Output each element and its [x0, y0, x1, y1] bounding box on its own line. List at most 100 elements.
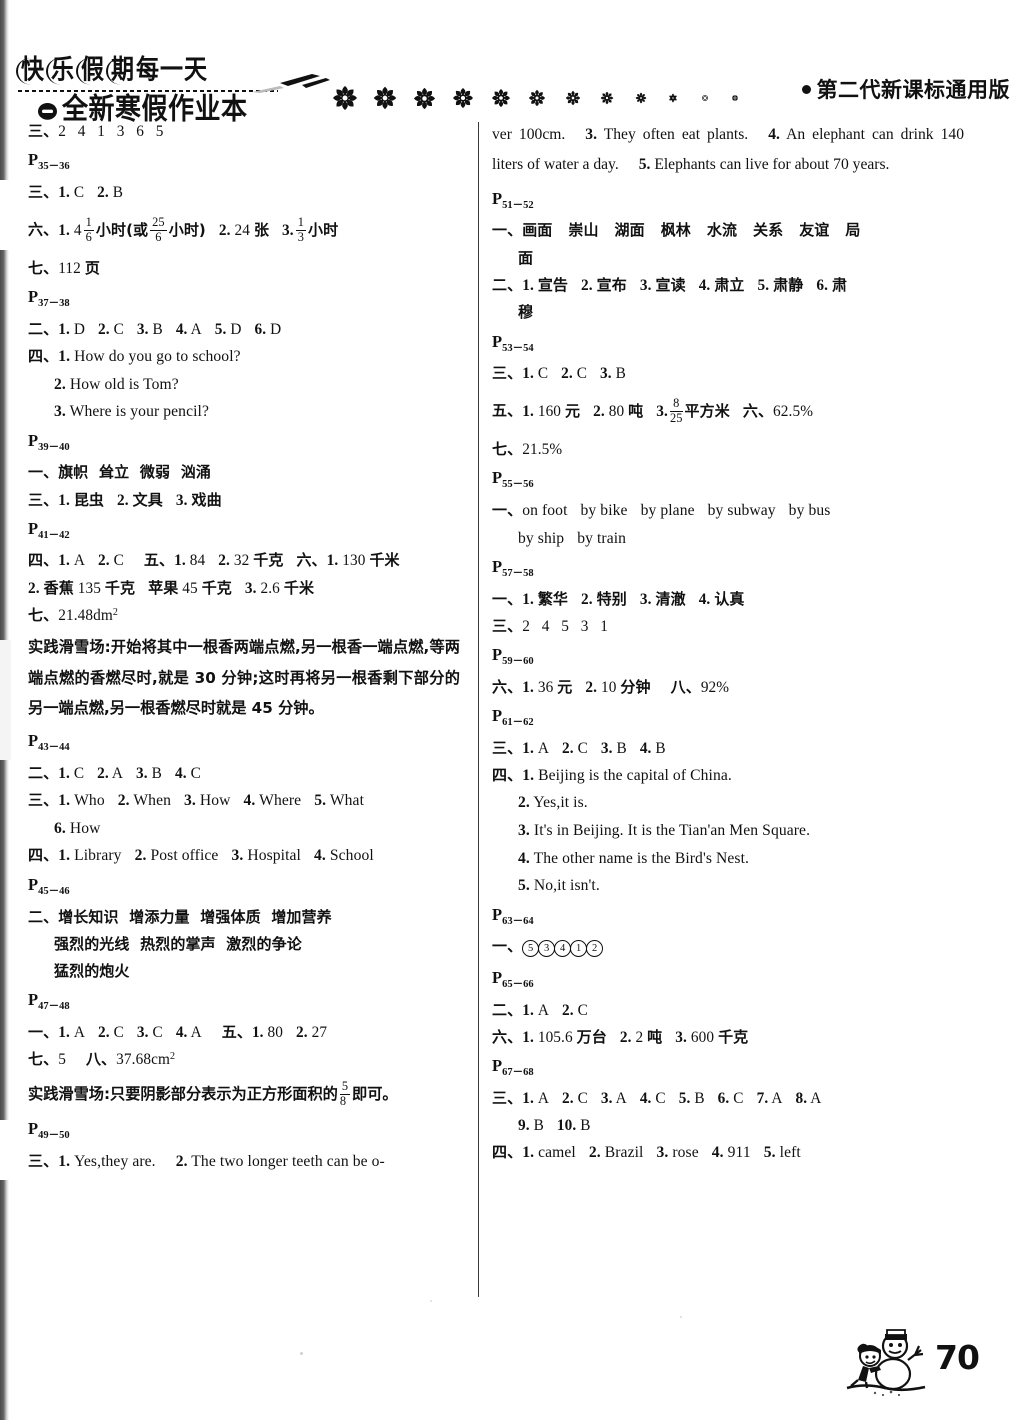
answer-label: 二、	[28, 319, 59, 338]
page-marker: P41－42	[28, 514, 460, 548]
para-seg: ver 100cm.	[492, 126, 566, 143]
answer-line: 六、1. 105.6 万台 2. 2 吨 3. 600 千克	[492, 1024, 964, 1051]
answer-text: 1. Library 2. Post office 3. Hospital 4. Sc…	[58, 847, 374, 865]
answer-line: 七、21.5%	[492, 436, 964, 463]
answer-label: 七、	[28, 1050, 59, 1069]
answer-text: 1. C 2. A 3. B 4. C	[58, 764, 201, 782]
fraction-1-3: 13	[295, 215, 307, 244]
answer-text: 1. A 2. C 五、1. 84 2. 32 千克 六、1. 130 千米	[58, 551, 400, 570]
page-marker-letter: P	[492, 706, 503, 726]
answer-line: 二、1. C 2. A 3. B 4. C	[28, 760, 460, 787]
answer-text: 1. Yes,they are. 2. The two longer teeth …	[58, 1152, 385, 1170]
answer-line: 2. Yes,it is.	[492, 789, 964, 817]
answer-line: 2. 香蕉 135 千克 苹果 45 千克 3. 2.6 千米	[28, 575, 460, 602]
fraction-8-25: 8 25	[669, 396, 683, 426]
snowflake-icon	[720, 93, 750, 103]
page-marker-range: 63－64	[502, 915, 534, 927]
page-marker-range: 35－36	[38, 161, 70, 173]
page-marker: P63－64	[492, 900, 964, 934]
answer-label: 三、	[28, 791, 59, 810]
answer-label: 三、	[492, 738, 523, 757]
answer-line: 三、2 4 5 3 1	[492, 613, 964, 640]
answer-line: 一、旗帜 耸立 微弱 汹涌	[28, 459, 460, 486]
snowflake-icon	[444, 85, 482, 111]
snowflake-icon	[325, 83, 365, 113]
answer-line-circled: 一、 5 3 4 1 2	[492, 933, 964, 963]
answer-text: 1. A 2. C 3. C 4. A 五、1. 80 2. 27	[58, 1022, 328, 1041]
page-marker-range: 43－44	[38, 742, 70, 754]
answer-line: 六、1. 36 元 2. 10 分钟 八、92%	[492, 674, 964, 701]
snowflake-icon	[590, 89, 624, 107]
page-marker-letter: P	[492, 1056, 503, 1076]
page-marker-range: 49－50	[38, 1130, 70, 1142]
snowflake-icon	[624, 90, 657, 106]
answer-text: 9. B 10. B	[518, 1117, 591, 1135]
swoosh-icon	[252, 74, 330, 93]
page-marker-range: 51－52	[502, 199, 534, 211]
answer-line: by ship by train	[492, 525, 964, 553]
page-marker: P61－62	[492, 701, 964, 735]
answer-label: 七、	[28, 605, 59, 624]
answer-label: 三、	[492, 616, 523, 635]
answer-text: 2. Yes,it is.	[518, 794, 588, 812]
page-marker-letter: P	[492, 468, 503, 488]
snowflake-icon	[689, 92, 720, 104]
brand-char-1: 快	[16, 57, 45, 85]
answer-text: 猛烈的炮火	[54, 962, 130, 981]
page-marker: P57－58	[492, 552, 964, 586]
answer-label: 三、	[492, 1088, 523, 1107]
page-marker: P65－66	[492, 963, 964, 997]
answer-line-with-fraction: 六、1. 4 1 6 小时(或 25 6 小时) 2. 24 张 3. 1 3 小时	[28, 206, 460, 255]
answer-line: 七、112 页	[28, 255, 460, 282]
page-marker-range: 65－66	[502, 979, 534, 991]
answer-text: 1. 宣告 2. 宣布 3. 宣读 4. 肃立 5. 肃静 6. 肃	[522, 275, 848, 294]
answer-text: 1. Who 2. When 3. How 4. Where 5. What	[58, 792, 365, 810]
answer-line: 3. It's in Beijing. It is the Tian'an Me…	[492, 817, 964, 845]
snowflake-icon	[555, 88, 590, 108]
answer-line: 3. Where is your pencil?	[28, 398, 460, 426]
edition-badge: 第二代新课标通用版	[801, 80, 1011, 101]
page-marker-letter: P	[28, 150, 39, 170]
answer-line: 四、1. How do you go to school?	[28, 343, 460, 371]
answer-text: 1. D 2. C 3. B 4. A 5. D 6. D	[58, 320, 282, 338]
answer-text: 5. No,it isn't.	[518, 877, 600, 895]
answer-line: 四、1. A 2. C 五、1. 84 2. 32 千克 六、1. 130 千米	[28, 547, 460, 574]
page-marker-range: 67－68	[502, 1067, 534, 1079]
answer-line: 2. How old is Tom?	[28, 371, 460, 399]
brand-tagline: 快乐假期每一天	[16, 57, 208, 85]
page-marker-range: 59－60	[502, 656, 534, 668]
answer-label: 七、	[28, 258, 59, 277]
answer-label: 三、	[28, 490, 59, 509]
answer-text: 1. 4 1 6 小时(或 25 6 小时) 2. 24 张 3. 1 3 小时	[58, 215, 339, 244]
page-marker-range: 53－54	[502, 342, 534, 354]
answer-line: 一、画面 崇山 湖面 枫林 水流 关系 友谊 局	[492, 217, 964, 244]
page-marker: P67－68	[492, 1051, 964, 1085]
answer-line: 四、1. Beijing is the capital of China.	[492, 762, 964, 790]
answer-text: 穆	[518, 303, 534, 322]
page-marker-range: 45－46	[38, 886, 70, 898]
answer-line: 七、5 八、37.68cm2	[28, 1046, 460, 1073]
page-marker-letter: P	[492, 331, 503, 351]
circled-number: 4	[554, 940, 572, 958]
answer-line: 强烈的光线 热烈的掌声 激烈的争论	[28, 931, 460, 958]
practice-text-tail: 即可。	[352, 1084, 398, 1103]
answer-label: 三、	[28, 1151, 59, 1170]
page-marker-letter: P	[492, 968, 503, 988]
page-marker: P35－36	[28, 145, 460, 179]
answer-label: 四、	[492, 1143, 523, 1162]
page-marker-range: 55－56	[502, 479, 534, 491]
answer-label: 六、	[28, 220, 59, 239]
page-marker: P37－38	[28, 282, 460, 316]
page-marker-letter: P	[28, 990, 39, 1010]
answer-text: 1. Beijing is the capital of China.	[522, 766, 732, 784]
answer-label: 四、	[28, 551, 59, 570]
scan-speck	[680, 1316, 682, 1318]
answer-text: 1. A 2. C 3. B 4. B	[522, 739, 666, 757]
answer-label: 四、	[28, 846, 59, 865]
answer-text: 6. How	[54, 819, 101, 837]
answer-line: 三、1. A 2. C 3. A 4. C 5. B 6. C 7. A 8. A	[492, 1085, 964, 1112]
page-marker-letter: P	[28, 1119, 39, 1139]
answer-label: 六、	[492, 1028, 523, 1047]
answer-text: 画面 崇山 湖面 枫林 水流 关系 友谊 局	[522, 221, 861, 240]
circled-number: 2	[586, 940, 604, 958]
